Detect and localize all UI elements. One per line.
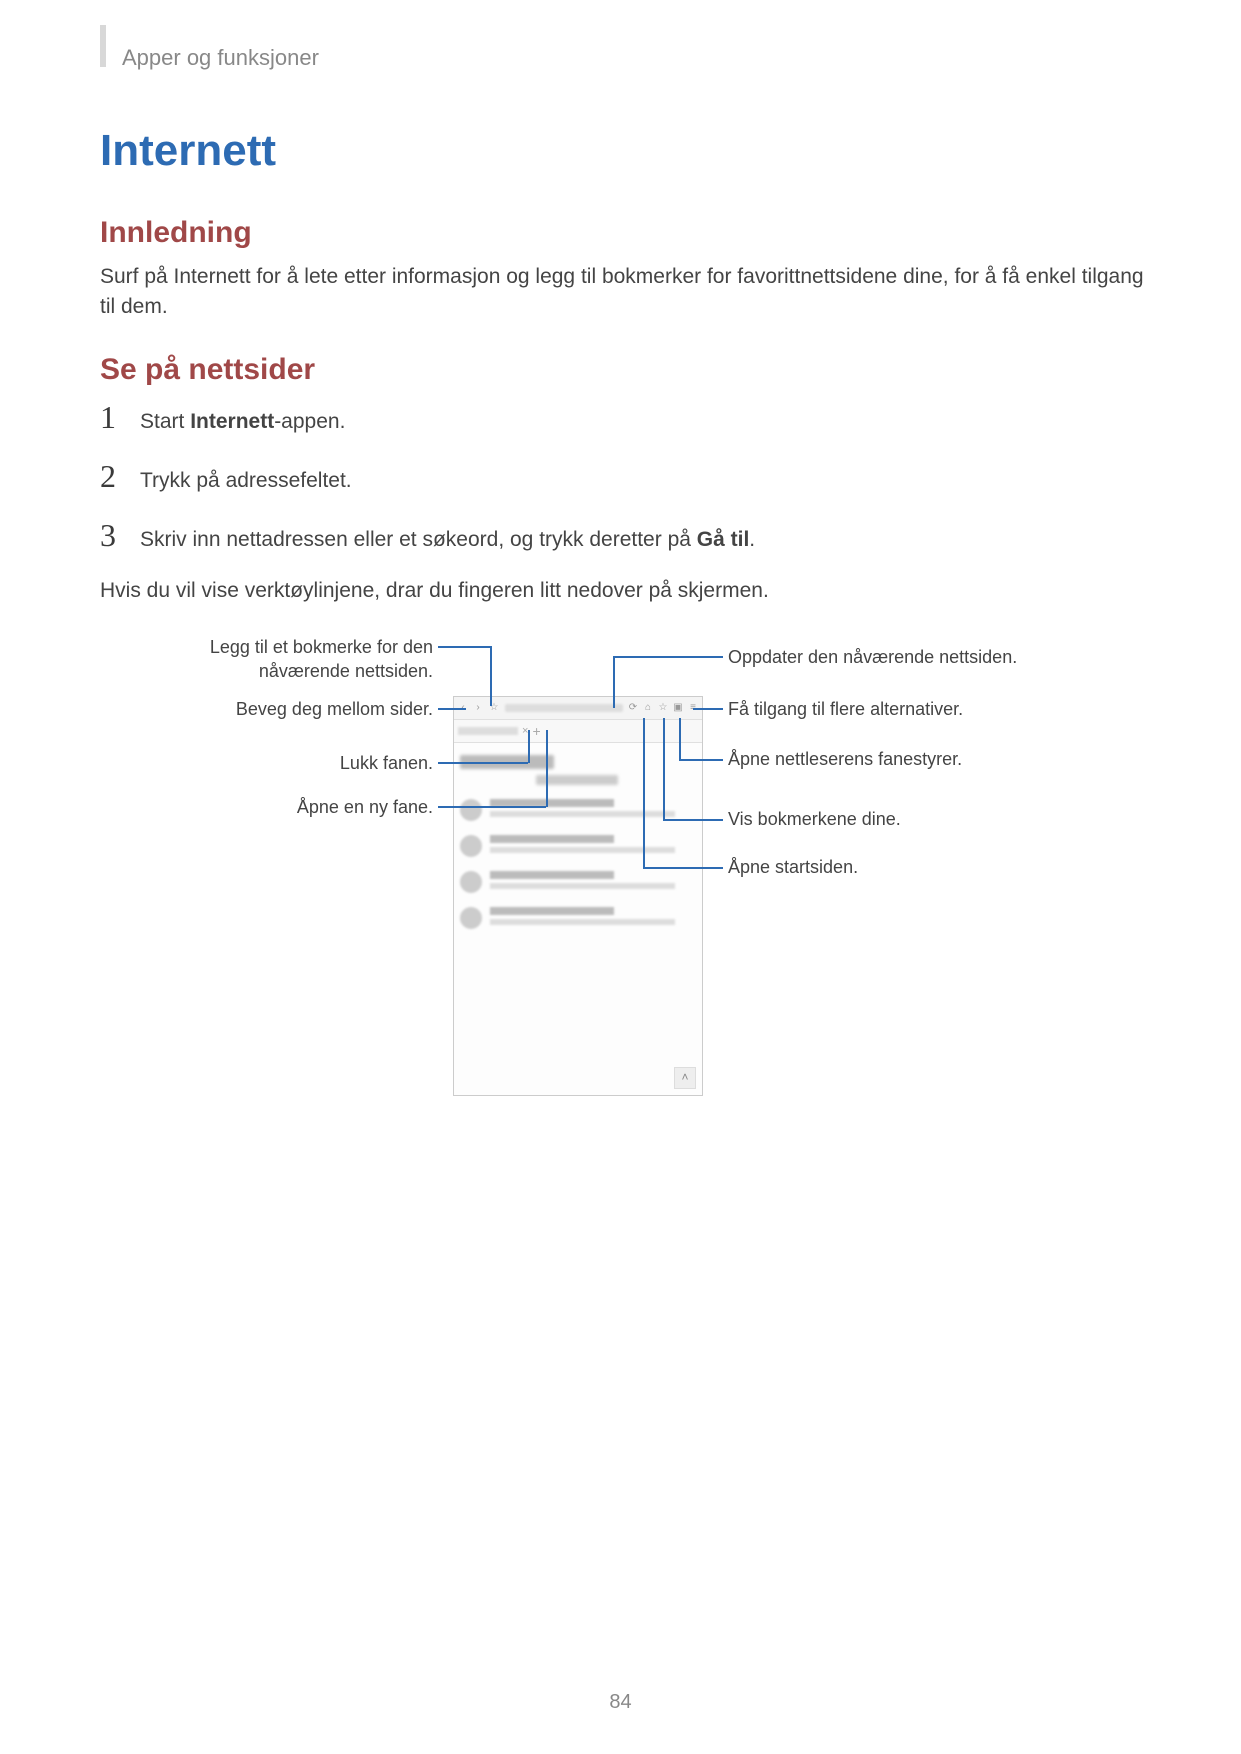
section-heading-browse: Se på nettsider	[100, 353, 1146, 387]
callout-more-options: Få tilgang til flere alternativer.	[728, 698, 1018, 721]
tab-label-blur	[458, 727, 518, 735]
header-rule	[100, 25, 106, 67]
step-2: 2 Trykk på adressefeltet.	[100, 458, 1146, 495]
steps-list: 1 Start Internett-appen. 2 Trykk på adre…	[100, 399, 1146, 554]
callout-new-tab: Åpne en ny fane.	[173, 796, 433, 819]
step-bold: Gå til	[697, 528, 750, 551]
scroll-top-icon[interactable]: ˄	[674, 1067, 696, 1089]
step-text: Start Internett-appen.	[140, 410, 345, 434]
home-icon[interactable]: ⌂	[643, 703, 653, 713]
breadcrumb: Apper og funksjoner	[122, 45, 1146, 71]
callout-show-bookmarks: Vis bokmerkene dine.	[728, 808, 1018, 831]
phone-mock: ‹ › ☆ ⟳ ⌂ ☆ ▣ ≡ × +	[453, 696, 703, 1096]
new-tab-icon[interactable]: +	[532, 723, 540, 739]
callout-add-bookmark: Legg til et bokmerke for den nåværende n…	[173, 636, 433, 683]
step-1: 1 Start Internett-appen.	[100, 399, 1146, 436]
refresh-icon[interactable]: ⟳	[628, 703, 638, 713]
page-content-blur	[454, 743, 702, 949]
bookmarks-icon[interactable]: ☆	[658, 703, 668, 713]
tab-bar: × +	[454, 720, 702, 743]
browse-note: Hvis du vil vise verktøylinjene, drar du…	[100, 576, 1146, 606]
intro-body: Surf på Internett for å lete etter infor…	[100, 262, 1146, 323]
page-title: Internett	[100, 126, 1146, 176]
callout-refresh: Oppdater den nåværende nettsiden.	[728, 646, 1018, 669]
section-heading-intro: Innledning	[100, 216, 1146, 250]
diagram: Legg til et bokmerke for den nåværende n…	[173, 636, 1073, 1116]
callout-tab-manager: Åpne nettleserens fanestyrer.	[728, 748, 1018, 771]
page-number: 84	[0, 1691, 1241, 1714]
step-number: 2	[100, 458, 140, 495]
step-post: -appen.	[274, 410, 345, 433]
step-number: 1	[100, 399, 140, 436]
step-3: 3 Skriv inn nettadressen eller et søkeor…	[100, 517, 1146, 554]
step-number: 3	[100, 517, 140, 554]
url-bar[interactable]	[505, 704, 623, 712]
step-pre: Skriv inn nettadressen eller et søkeord,…	[140, 528, 697, 551]
forward-icon[interactable]: ›	[473, 703, 483, 713]
step-post: .	[749, 528, 755, 551]
callout-navigate: Beveg deg mellom sider.	[173, 698, 433, 721]
step-pre: Start	[140, 410, 190, 433]
callout-home: Åpne startsiden.	[728, 856, 1018, 879]
step-text: Trykk på adressefeltet.	[140, 469, 352, 493]
tabs-icon[interactable]: ▣	[673, 703, 683, 713]
callout-close-tab: Lukk fanen.	[173, 752, 433, 775]
step-pre: Trykk på adressefeltet.	[140, 469, 352, 492]
step-bold: Internett	[190, 410, 274, 433]
step-text: Skriv inn nettadressen eller et søkeord,…	[140, 528, 755, 552]
